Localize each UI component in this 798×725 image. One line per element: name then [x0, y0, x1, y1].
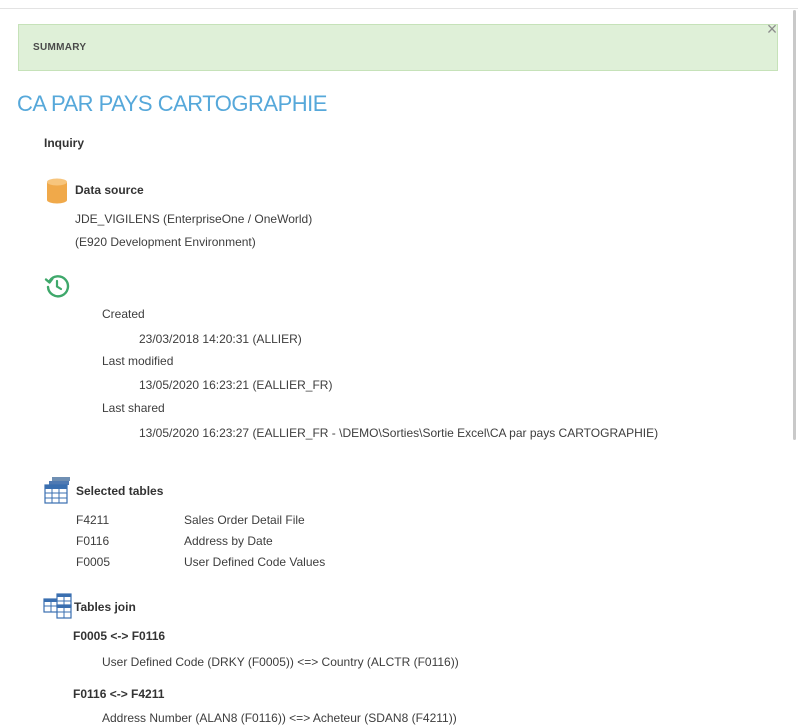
table-code: F4211 [76, 513, 110, 527]
modified-label: Last modified [102, 354, 174, 368]
join-detail: User Defined Code (DRKY (F0005)) <=> Cou… [102, 655, 459, 669]
scrollbar[interactable] [793, 10, 796, 440]
summary-banner: SUMMARY [18, 24, 778, 71]
close-icon[interactable]: × [764, 20, 780, 38]
shared-value: 13/05/2020 16:23:27 (EALLIER_FR - \DEMO\… [139, 426, 659, 440]
table-code: F0116 [76, 534, 110, 548]
page-title: CA PAR PAYS CARTOGRAPHIE [17, 91, 327, 116]
top-border [0, 8, 798, 9]
table-description: User Defined Code Values [184, 555, 326, 569]
table-description: Address by Date [184, 534, 273, 548]
table-description: Sales Order Detail File [184, 513, 305, 527]
history-icon [44, 273, 70, 304]
shared-label: Last shared [102, 401, 165, 415]
join-icon [43, 593, 73, 624]
data-source-line2: (E920 Development Environment) [75, 235, 256, 249]
created-label: Created [102, 307, 145, 321]
data-source-heading: Data source [75, 183, 144, 197]
selected-tables-heading: Selected tables [76, 484, 164, 498]
data-source-line1: JDE_VIGILENS (EnterpriseOne / OneWorld) [75, 212, 313, 226]
tables-join-heading: Tables join [74, 600, 136, 614]
created-value: 23/03/2018 14:20:31 (ALLIER) [139, 332, 302, 346]
table-code: F0005 [76, 555, 111, 569]
join-detail: Address Number (ALAN8 (F0116)) <=> Achet… [102, 711, 457, 725]
table-icon [44, 475, 72, 510]
join-title: F0116 <-> F4211 [73, 687, 165, 701]
join-title: F0005 <-> F0116 [73, 629, 166, 643]
query-type: Inquiry [44, 136, 85, 150]
database-icon [46, 178, 68, 209]
summary-label: SUMMARY [33, 42, 87, 53]
modified-value: 13/05/2020 16:23:21 (EALLIER_FR) [139, 378, 333, 392]
